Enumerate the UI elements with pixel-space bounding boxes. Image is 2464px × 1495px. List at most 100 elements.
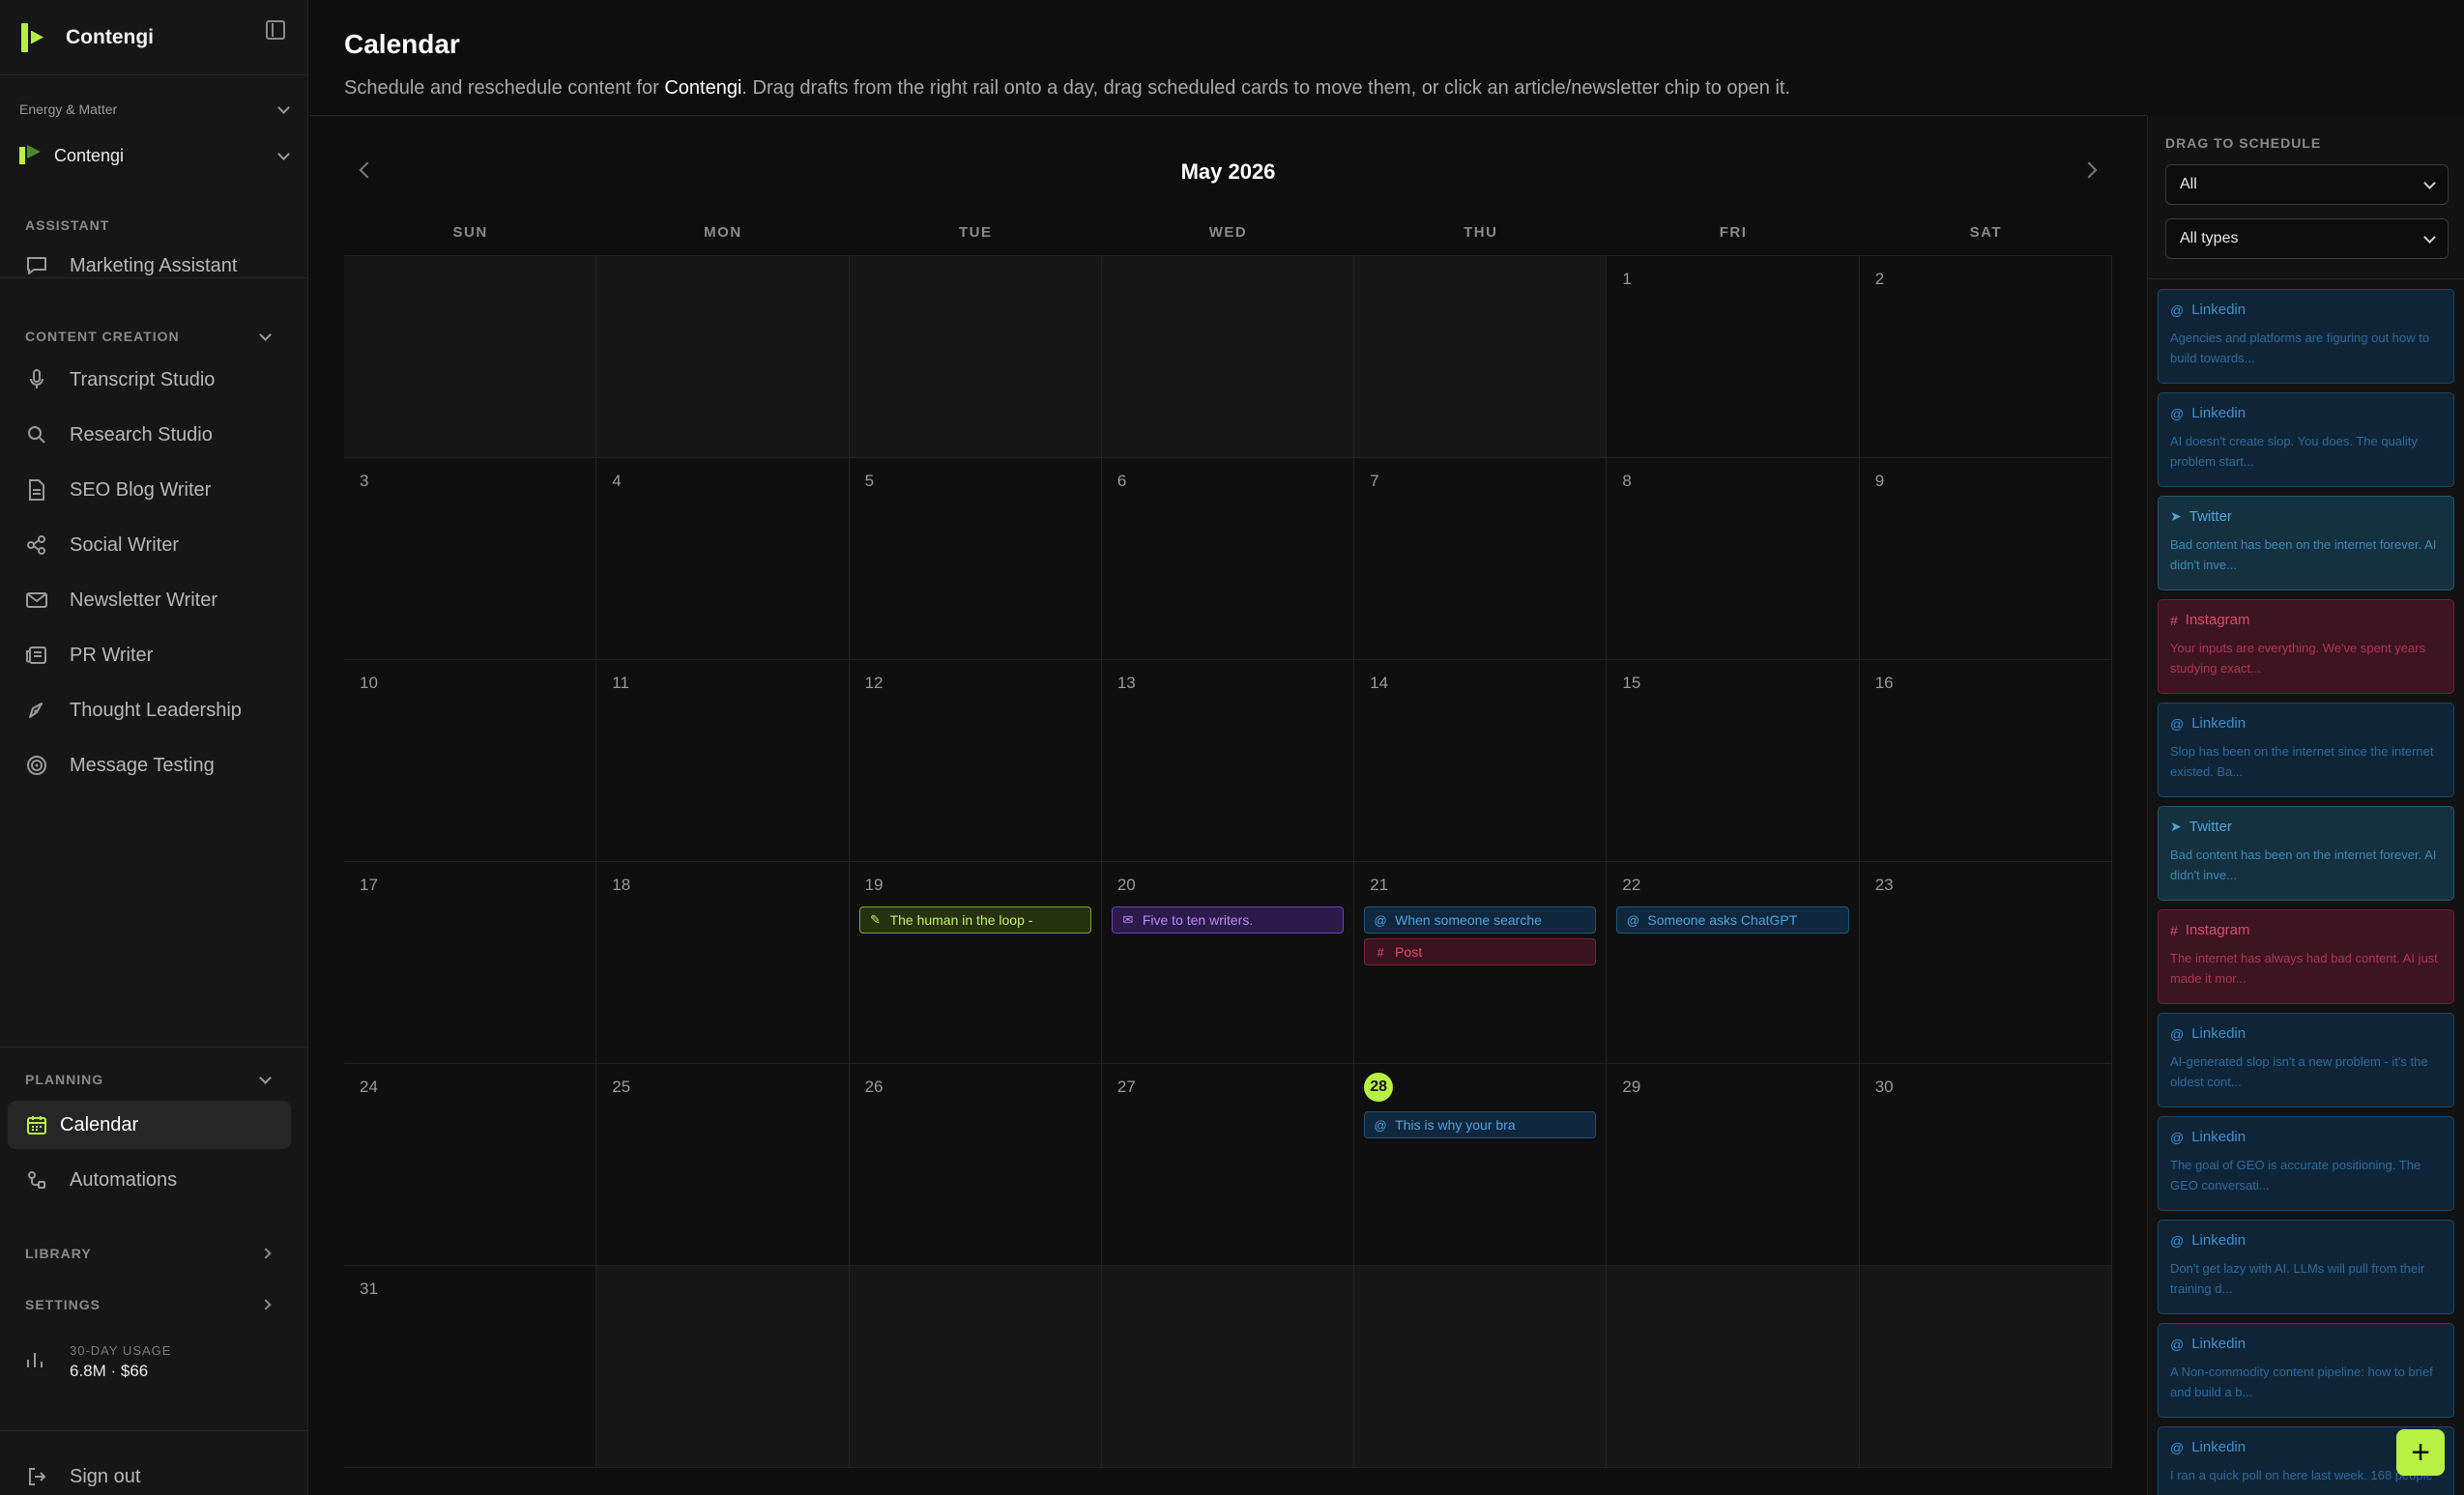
calendar-day[interactable]: 7: [1354, 458, 1608, 660]
calendar-day[interactable]: 27: [1101, 1064, 1355, 1266]
draft-card[interactable]: @ Linkedin The goal of GEO is accurate pos…: [2158, 1116, 2454, 1211]
draft-card[interactable]: @ Linkedin AI doesn't create slop. You doe…: [2158, 392, 2454, 487]
draft-snippet: Bad content has been on the internet for…: [2170, 537, 2437, 572]
calendar-day-empty: [344, 256, 597, 458]
calendar-day-empty: [596, 1266, 850, 1468]
calendar-day[interactable]: 19 ✎ The human in the loop -: [849, 862, 1102, 1064]
scheduled-chip[interactable]: @ Someone asks ChatGPT: [1616, 906, 1849, 934]
calendar-day[interactable]: 18: [596, 862, 850, 1064]
calendar-day[interactable]: 16: [1859, 660, 2112, 862]
calendar-day[interactable]: 29: [1607, 1064, 1860, 1266]
draft-card[interactable]: @ Linkedin AI-generated slop isn't a new p…: [2158, 1013, 2454, 1107]
draft-card[interactable]: @ Linkedin A Non-commodity content pipelin…: [2158, 1323, 2454, 1418]
calendar-day[interactable]: 15: [1607, 660, 1860, 862]
draft-card[interactable]: ➤ Twitter Bad content has been on the inte…: [2158, 806, 2454, 901]
chevron-right-icon[interactable]: [2080, 161, 2098, 179]
sidebar-item-research-studio[interactable]: Research Studio: [0, 411, 308, 459]
weekday-header: SUN MON TUE WED THU FRI SAT: [344, 209, 2112, 255]
day-number: 14: [1370, 674, 1389, 692]
sidebar-item-transcript-studio[interactable]: Transcript Studio: [0, 356, 308, 404]
draft-card[interactable]: @ Linkedin Slop has been on the internet s…: [2158, 703, 2454, 797]
sidebar-item-automations[interactable]: Automations: [0, 1156, 308, 1204]
page-description: Schedule and reschedule content for Cont…: [344, 77, 1790, 99]
collapse-sidebar-icon[interactable]: [266, 20, 285, 40]
calendar-day[interactable]: 10: [344, 660, 597, 862]
workspace-select[interactable]: Energy & Matter: [19, 97, 290, 122]
sidebar-item-marketing-assistant[interactable]: Marketing Assistant: [0, 242, 308, 290]
calendar-day[interactable]: 12: [849, 660, 1102, 862]
day-number: 26: [864, 1078, 884, 1096]
channel-filter-select[interactable]: All: [2165, 164, 2449, 205]
weekday-label: FRI: [1719, 223, 1748, 241]
planning-section: PLANNING Calendar Automations LIBRARY SE…: [0, 1047, 308, 1315]
calendar-day[interactable]: 6: [1101, 458, 1355, 660]
calendar-day[interactable]: 17: [344, 862, 597, 1064]
scheduled-chip[interactable]: @ This is why your bra: [1364, 1111, 1597, 1138]
add-button[interactable]: +: [2396, 1429, 2445, 1476]
draft-card[interactable]: ➤ Twitter Bad content has been on the inte…: [2158, 496, 2454, 590]
sidebar-item-seo-blog-writer[interactable]: SEO Blog Writer: [0, 466, 308, 514]
calendar-day[interactable]: 28 @ This is why your bra: [1354, 1064, 1608, 1266]
sign-out-button[interactable]: Sign out: [0, 1452, 308, 1495]
today-day-number: 28: [1364, 1073, 1394, 1102]
calendar-day-empty: [1101, 1266, 1355, 1468]
calendar-day[interactable]: 9: [1859, 458, 2112, 660]
calendar-day[interactable]: 26: [849, 1064, 1102, 1266]
day-number: 19: [864, 876, 884, 894]
calendar-day[interactable]: 3: [344, 458, 597, 660]
type-filter-select[interactable]: All types: [2165, 218, 2449, 259]
calendar-day[interactable]: 25: [596, 1064, 850, 1266]
chevron-left-icon[interactable]: [359, 161, 376, 179]
section-content-creation-label[interactable]: CONTENT CREATION: [0, 326, 308, 347]
sidebar-item-social-writer[interactable]: Social Writer: [0, 521, 308, 569]
weekday-label: WED: [1208, 223, 1248, 241]
sidebar-item-pr-writer[interactable]: PR Writer: [0, 631, 308, 679]
draft-platform: # Instagram: [2170, 922, 2442, 938]
draft-card[interactable]: @ Linkedin Don't get lazy with AI. LLMs wi…: [2158, 1220, 2454, 1314]
search-icon: [25, 423, 48, 446]
section-library-label[interactable]: LIBRARY: [0, 1243, 308, 1264]
calendar-day[interactable]: 1: [1607, 256, 1860, 458]
section-planning-label[interactable]: PLANNING: [0, 1069, 308, 1090]
calendar-day[interactable]: 21 @ When someone searche # Post: [1354, 862, 1608, 1064]
sidebar-item-thought-leadership[interactable]: Thought Leadership: [0, 686, 308, 734]
calendar-day[interactable]: 22 @ Someone asks ChatGPT: [1607, 862, 1860, 1064]
sidebar-item-message-testing[interactable]: Message Testing: [0, 741, 308, 790]
draft-platform: @ Linkedin: [2170, 1129, 2442, 1145]
calendar-day[interactable]: 4: [596, 458, 850, 660]
calendar-day[interactable]: 11: [596, 660, 850, 862]
scheduled-chip[interactable]: ✎ The human in the loop -: [858, 906, 1091, 934]
calendar-day[interactable]: 31: [344, 1266, 597, 1468]
draft-card[interactable]: @ Linkedin Agencies and platforms are figu…: [2158, 289, 2454, 384]
calendar-day-empty: [1354, 1266, 1608, 1468]
linkedin-icon: @: [2170, 302, 2185, 318]
share-icon: [25, 533, 48, 557]
sidebar-item-calendar[interactable]: Calendar: [8, 1101, 291, 1149]
day-number: 7: [1370, 472, 1379, 490]
calendar-day[interactable]: 24: [344, 1064, 597, 1266]
calendar-day[interactable]: 8: [1607, 458, 1860, 660]
calendar-day[interactable]: 5: [849, 458, 1102, 660]
platform-label: Twitter: [2189, 508, 2232, 525]
calendar-day[interactable]: 30: [1859, 1064, 2112, 1266]
calendar-day[interactable]: 14: [1354, 660, 1608, 862]
scheduled-chip[interactable]: @ When someone searche: [1364, 906, 1597, 934]
scheduled-chip[interactable]: # Post: [1364, 938, 1597, 965]
page-header: Calendar Schedule and reschedule content…: [309, 0, 2147, 116]
calendar-day[interactable]: 23: [1859, 862, 2112, 1064]
newspaper-icon: [25, 644, 48, 667]
day-number: 25: [612, 1078, 631, 1096]
calendar-day[interactable]: 20 ✉ Five to ten writers.: [1101, 862, 1355, 1064]
sidebar-item-newsletter-writer[interactable]: Newsletter Writer: [0, 576, 308, 624]
mail-icon: [25, 589, 48, 612]
scheduled-chip[interactable]: ✉ Five to ten writers.: [1111, 906, 1345, 934]
draft-card[interactable]: # Instagram Your inputs are everything. We…: [2158, 599, 2454, 694]
brand-select[interactable]: Contengi: [19, 141, 290, 170]
chevron-down-icon: [259, 328, 272, 341]
calendar-day-empty: [1859, 1266, 2112, 1468]
calendar-day[interactable]: 13: [1101, 660, 1355, 862]
calendar-day[interactable]: 2: [1859, 256, 2112, 458]
draft-card[interactable]: # Instagram The internet has always had ba…: [2158, 909, 2454, 1004]
section-settings-label[interactable]: SETTINGS: [0, 1294, 308, 1315]
platform-label: Instagram: [2185, 922, 2250, 938]
